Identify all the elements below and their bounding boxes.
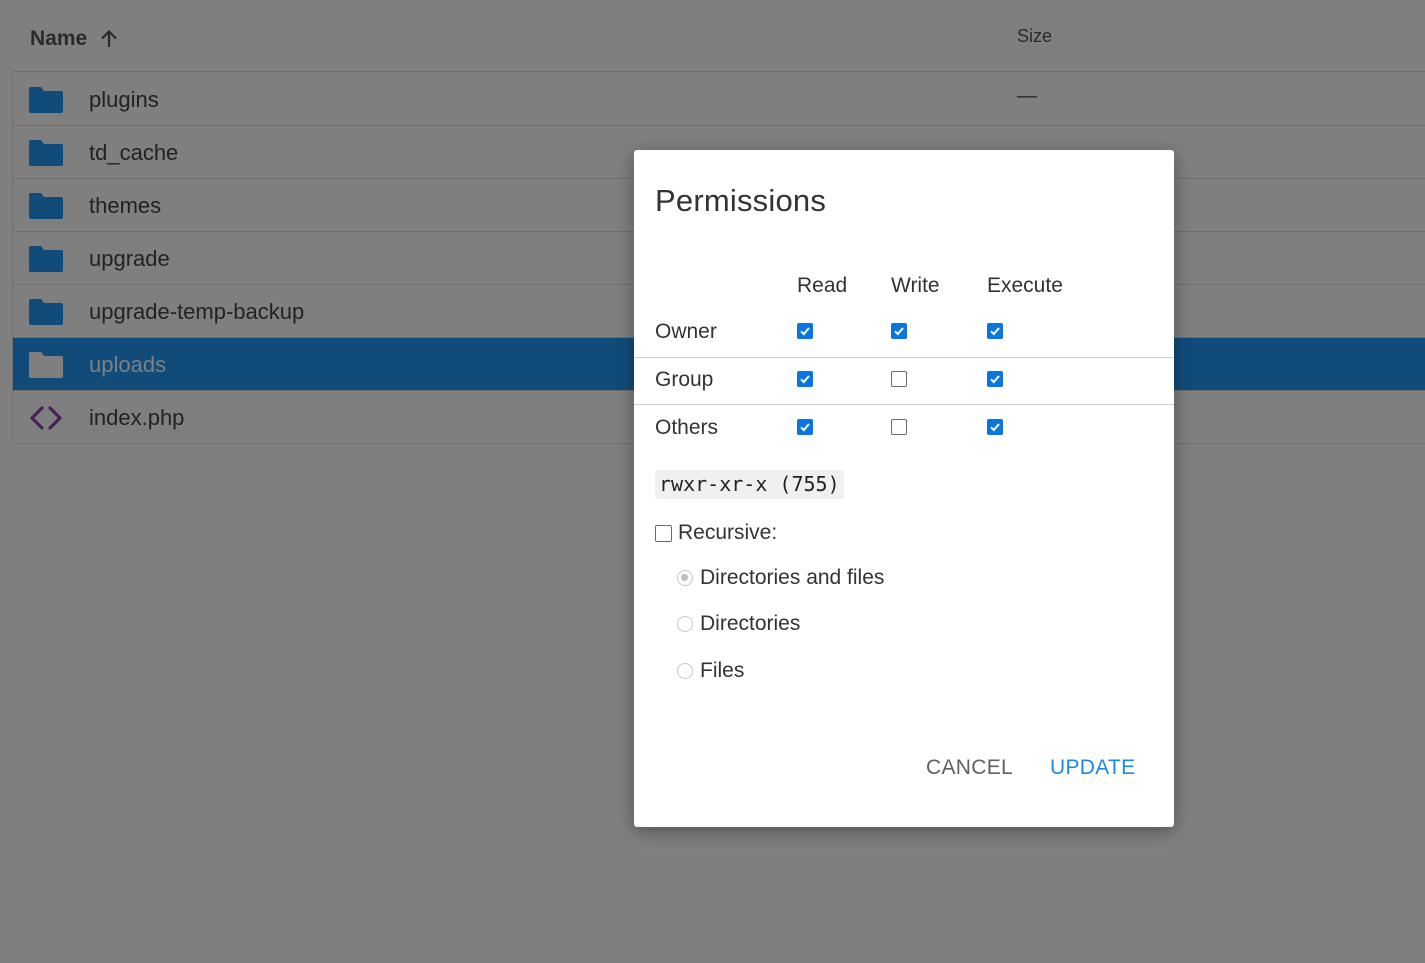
owner-write-checkbox[interactable] [891,323,907,339]
check-icon [800,327,810,336]
others-execute-checkbox[interactable] [987,419,1003,435]
row-label-others: Others [655,416,719,439]
recursive-label: Recursive: [678,521,778,544]
others-write-checkbox[interactable] [891,419,907,435]
column-execute: Execute [987,274,1063,297]
group-execute-checkbox[interactable] [987,371,1003,387]
permission-octal-code: rwxr-xr-x (755) [655,470,844,499]
column-read: Read [797,274,848,297]
check-icon [800,375,810,384]
permissions-dialog: Permissions Read Write Execute Owner Gro… [634,150,1174,827]
radio-button[interactable] [677,616,693,632]
radio-button[interactable] [677,570,693,586]
permission-row-owner: Owner [634,310,1174,357]
dialog-title: Permissions [655,183,827,218]
cancel-button[interactable]: CANCEL [926,756,1013,780]
radio-label: Directories [700,612,801,635]
check-icon [990,327,1000,336]
owner-execute-checkbox[interactable] [987,323,1003,339]
column-write: Write [891,274,940,297]
check-icon [990,375,1000,384]
update-button[interactable]: UPDATE [1050,756,1135,780]
radio-files[interactable]: Files [677,659,744,683]
radio-button[interactable] [677,663,693,679]
radio-directories[interactable]: Directories [677,612,800,636]
radio-directories-and-files[interactable]: Directories and files [677,566,884,590]
others-read-checkbox[interactable] [797,419,813,435]
permission-row-others: Others [634,404,1174,451]
group-read-checkbox[interactable] [797,371,813,387]
check-icon [894,327,904,336]
check-icon [990,423,1000,432]
row-label-owner: Owner [655,320,717,343]
recursive-option[interactable]: Recursive: [655,521,777,545]
radio-label: Files [700,659,745,682]
row-label-group: Group [655,368,714,391]
recursive-checkbox[interactable] [655,524,672,542]
owner-read-checkbox[interactable] [797,323,813,339]
check-icon [800,423,810,432]
radio-label: Directories and files [700,566,885,589]
group-write-checkbox[interactable] [891,371,907,387]
permission-row-group: Group [634,357,1174,404]
